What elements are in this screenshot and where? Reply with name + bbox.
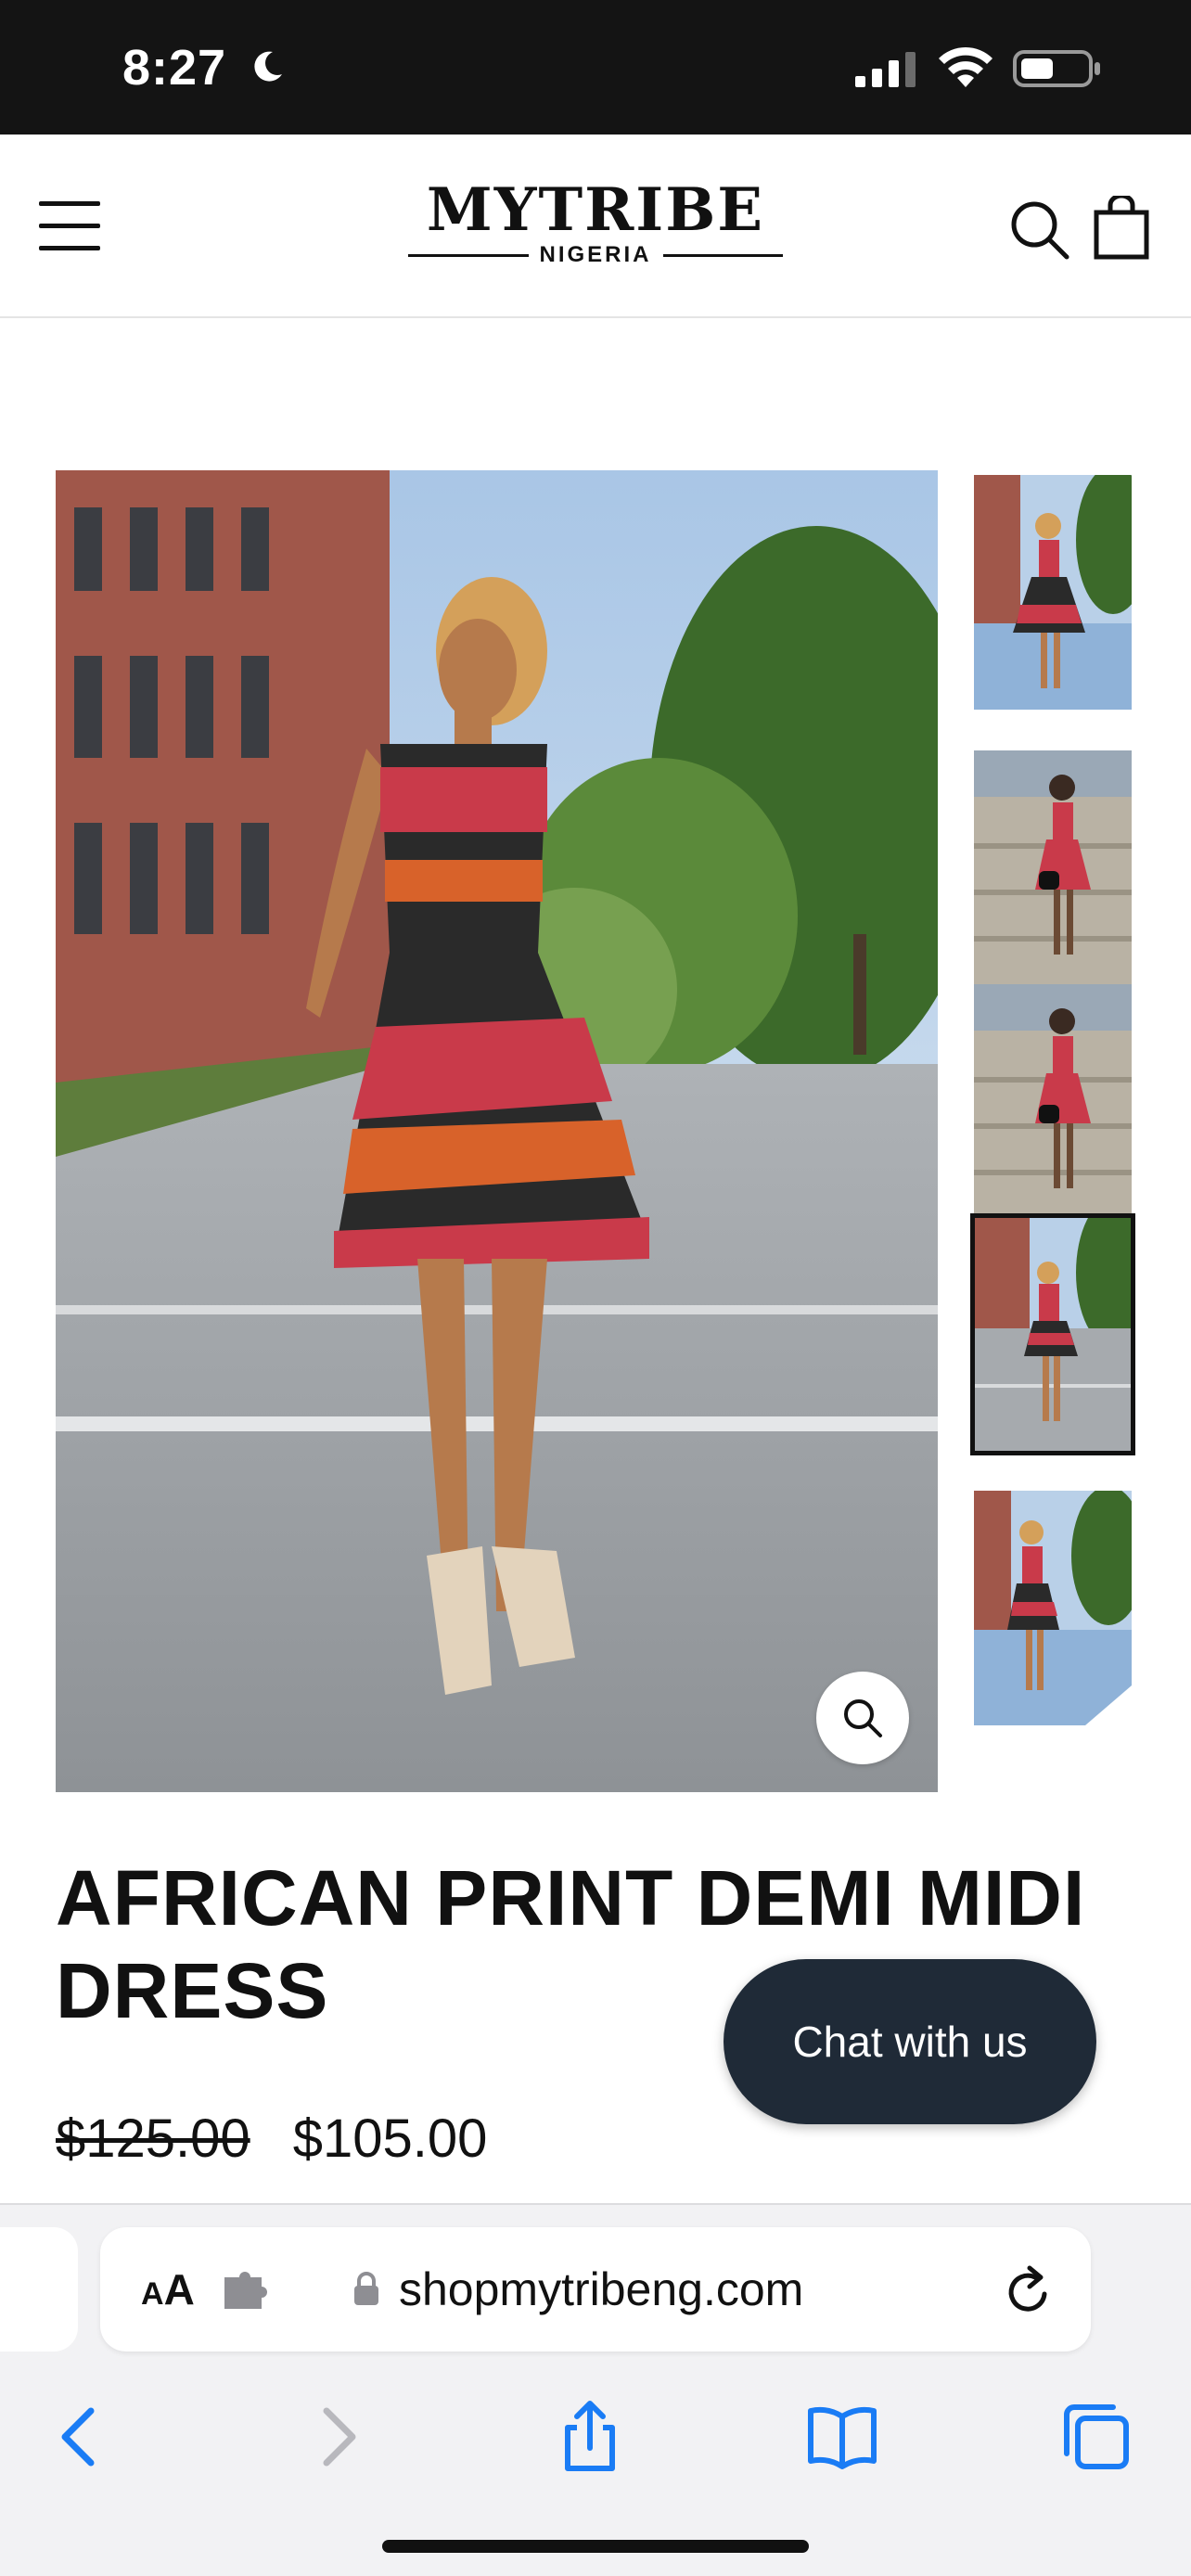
lock-icon <box>354 2272 378 2305</box>
home-indicator[interactable] <box>382 2540 809 2553</box>
hamburger-menu-icon[interactable] <box>39 201 102 251</box>
reload-icon[interactable] <box>1004 2262 1056 2318</box>
thumbnail-image <box>974 750 1132 985</box>
product-photo-back-view <box>56 470 938 1792</box>
thumbnail-5[interactable] <box>974 1491 1132 1725</box>
thumbnail-image <box>974 1217 1132 1452</box>
search-icon[interactable] <box>1009 199 1070 261</box>
shopping-bag-icon[interactable] <box>1093 196 1150 261</box>
original-price: $125.00 <box>56 2108 250 2169</box>
back-icon[interactable] <box>43 2400 117 2474</box>
tabs-icon[interactable] <box>1059 2400 1133 2474</box>
bookmarks-icon[interactable] <box>805 2400 879 2474</box>
thumbnail-1[interactable] <box>974 475 1132 710</box>
store-logo[interactable]: MYTRIBE NIGERIA <box>408 175 784 274</box>
product-main-image[interactable] <box>56 470 938 1792</box>
logo-wordmark: MYTRIBE <box>426 175 765 245</box>
chat-button[interactable]: Chat with us <box>724 1959 1096 2124</box>
puzzle-icon[interactable] <box>221 2268 273 2313</box>
logo-divider <box>408 253 529 257</box>
previous-tab-preview[interactable] <box>0 2227 78 2352</box>
zoom-button[interactable] <box>816 1672 909 1764</box>
forward-icon[interactable] <box>301 2400 375 2474</box>
logo-tagline: NIGERIA <box>539 242 652 267</box>
status-bar: 8:27 <box>0 0 1191 135</box>
share-icon[interactable] <box>553 2400 627 2474</box>
cellular-signal-icon <box>855 52 916 87</box>
sale-price: $105.00 <box>292 2108 488 2169</box>
thumbnail-image <box>974 475 1132 710</box>
logo-divider <box>662 253 784 257</box>
thumbnail-2[interactable] <box>974 750 1132 985</box>
thumbnail-image <box>974 984 1132 1219</box>
thumbnail-3[interactable] <box>974 984 1132 1219</box>
text-size-button[interactable]: AA <box>141 2264 195 2314</box>
moon-icon <box>254 51 282 82</box>
thumbnail-image <box>974 1491 1132 1725</box>
url-text: shopmytribeng.com <box>399 2263 804 2315</box>
address-bar[interactable]: AA shopmytribeng.com <box>100 2227 1091 2352</box>
logo-tagline-row: NIGERIA <box>408 242 784 268</box>
site-header: MYTRIBE NIGERIA <box>0 135 1191 318</box>
magnify-icon <box>844 1699 882 1737</box>
status-time: 8:27 <box>122 40 227 96</box>
price-row: $125.00 $105.00 <box>56 2108 487 2170</box>
thumbnail-4[interactable] <box>970 1213 1135 1455</box>
browser-toolbar: AA shopmytribeng.com <box>0 2203 1191 2576</box>
battery-icon <box>1013 50 1100 87</box>
wifi-icon <box>939 46 992 87</box>
